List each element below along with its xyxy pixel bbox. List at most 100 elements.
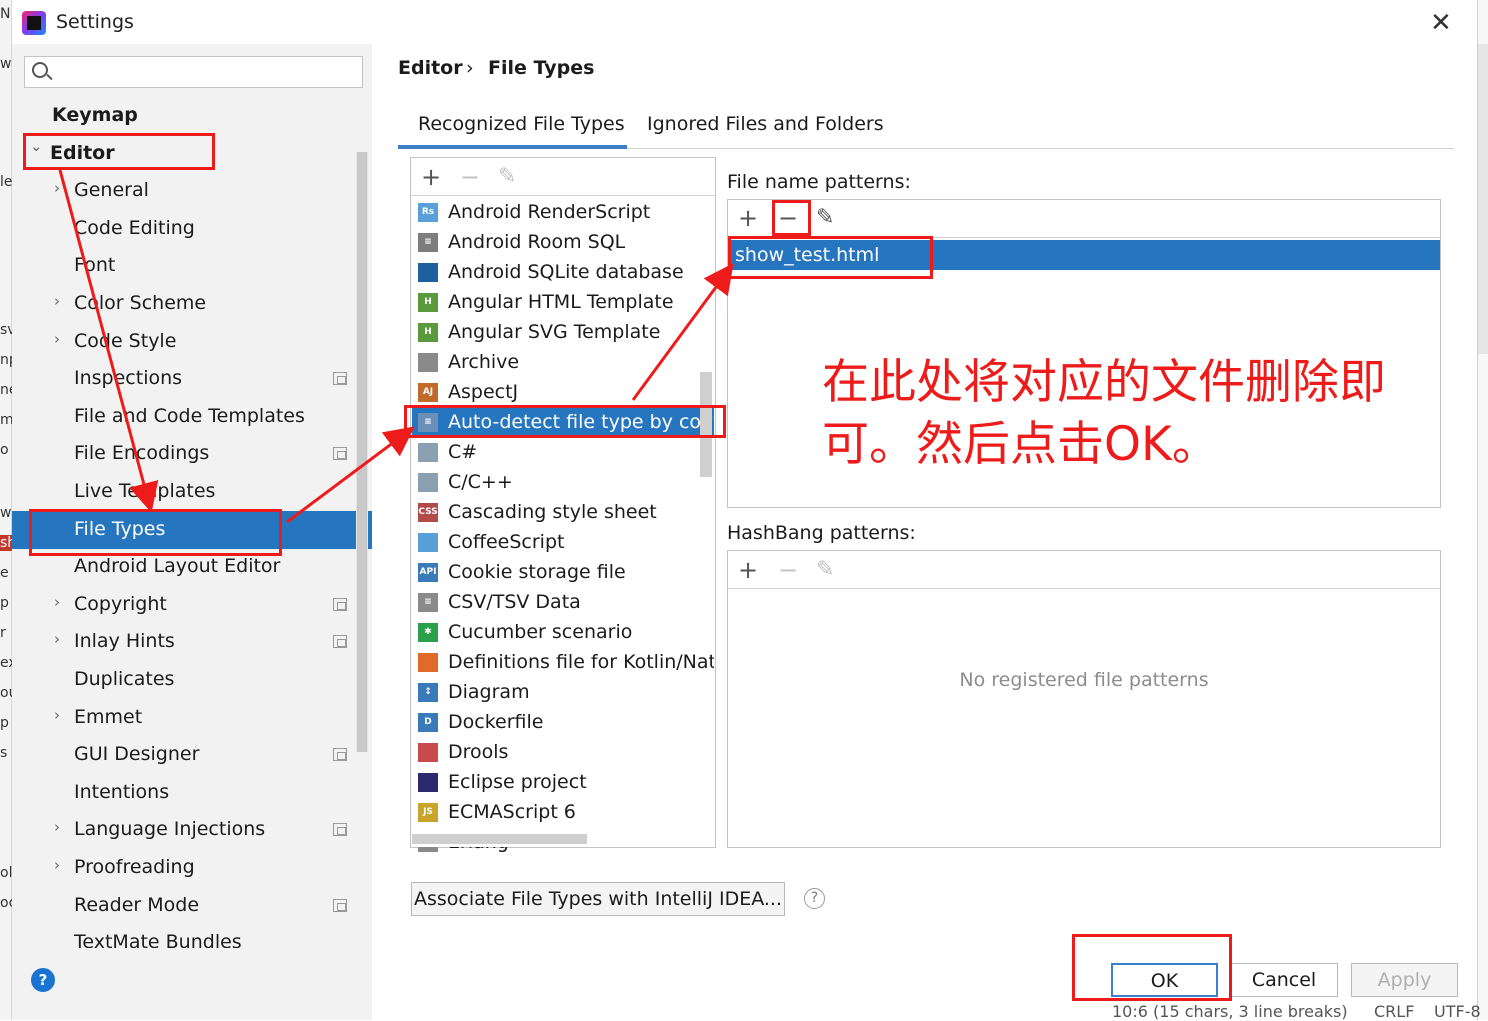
hashbang-toolbar-divider (728, 588, 1440, 589)
chevron-right-icon[interactable]: › (54, 856, 60, 874)
file-type-row[interactable]: Eclipse project (412, 767, 714, 797)
associate-file-types-button[interactable]: Associate File Types with IntelliJ IDEA.… (411, 882, 785, 916)
breadcrumb-separator: › (466, 57, 474, 79)
cancel-button[interactable]: Cancel (1230, 963, 1338, 997)
background-edge-glyph: s (0, 745, 8, 761)
file-types-hscrollbar-thumb[interactable] (412, 834, 587, 844)
add-file-type-button[interactable]: + (421, 165, 441, 189)
file-type-row[interactable]: H Angular SVG Template (412, 317, 714, 347)
chevron-right-icon[interactable]: › (54, 818, 60, 836)
annotation-box-editor (23, 133, 215, 170)
sidebar-item[interactable]: Keymap (52, 97, 138, 133)
sidebar-item[interactable]: Copyright (74, 586, 167, 622)
file-type-label: Angular SVG Template (448, 321, 661, 343)
chevron-right-icon[interactable]: › (54, 593, 60, 611)
coffeescript-icon (418, 533, 438, 552)
file-type-row[interactable]: CSS Cascading style sheet (412, 497, 714, 527)
sidebar-scrollbar-thumb[interactable] (357, 152, 367, 752)
apply-button[interactable]: Apply (1351, 963, 1458, 997)
hashbang-patterns-label: HashBang patterns: (727, 522, 916, 544)
breadcrumb-parent[interactable]: Editor (398, 57, 463, 79)
search-icon (32, 62, 48, 78)
file-type-row[interactable]: Archive (412, 347, 714, 377)
file-type-row[interactable]: JS ECMAScript 6 (412, 797, 714, 827)
project-scope-icon (333, 597, 347, 611)
remove-file-type-button[interactable]: − (460, 165, 480, 189)
sidebar-item[interactable]: Proofreading (74, 849, 195, 885)
sidebar-item[interactable]: Reader Mode (74, 887, 199, 923)
file-type-row[interactable]: H Angular HTML Template (412, 287, 714, 317)
file-type-row[interactable]: D Dockerfile (412, 707, 714, 737)
tab-recognized-file-types[interactable]: Recognized File Types (418, 113, 625, 135)
file-type-row[interactable]: Definitions file for Kotlin/Native C int… (412, 647, 714, 677)
file-type-label: AspectJ (448, 381, 519, 403)
edit-hashbang-button[interactable]: ✎ (816, 558, 834, 582)
help-icon[interactable]: ? (31, 968, 55, 992)
file-type-row[interactable]: ↕ Diagram (412, 677, 714, 707)
edit-pattern-button[interactable]: ✎ (816, 206, 834, 230)
chevron-right-icon[interactable]: › (54, 179, 60, 197)
file-type-row[interactable]: Drools (412, 737, 714, 767)
chevron-right-icon[interactable]: › (54, 292, 60, 310)
eclipse-icon (418, 773, 438, 792)
file-type-label: Drools (448, 741, 509, 763)
annotation-box-file-types (29, 509, 282, 556)
sidebar-item[interactable]: Font (74, 247, 115, 283)
title-bar (12, 0, 1477, 44)
annotation-box-remove (772, 200, 811, 236)
file-type-row[interactable]: CoffeeScript (412, 527, 714, 557)
file-type-label: Archive (448, 351, 520, 373)
file-type-label: CSV/TSV Data (448, 591, 581, 613)
diagram-icon: ↕ (418, 683, 438, 702)
background-edge-glyph: w (0, 56, 12, 72)
project-scope-icon (333, 898, 347, 912)
sidebar-item[interactable]: Emmet (74, 699, 142, 735)
add-pattern-button[interactable]: + (738, 206, 758, 230)
help-question-icon[interactable]: ? (804, 888, 825, 909)
sidebar-item[interactable]: Inspections (74, 360, 182, 396)
sidebar-item[interactable]: File and Code Templates (74, 398, 305, 434)
file-type-label: Diagram (448, 681, 530, 703)
file-type-row[interactable]: C# (412, 437, 714, 467)
background-edge-glyph: le (0, 174, 13, 190)
file-type-row[interactable]: AJ AspectJ (412, 377, 714, 407)
tab-ignored-files-and-folders[interactable]: Ignored Files and Folders (647, 113, 884, 135)
file-type-row[interactable]: Rs Android RenderScript (412, 197, 714, 227)
sidebar-item[interactable]: Code Editing (74, 210, 195, 246)
file-type-row[interactable]: ≡ CSV/TSV Data (412, 587, 714, 617)
sidebar-item[interactable]: GUI Designer (74, 736, 199, 772)
settings-search-input[interactable] (24, 56, 363, 88)
csv-icon: ≡ (418, 593, 438, 612)
file-type-row[interactable]: ≡ Android Room SQL (412, 227, 714, 257)
file-type-row[interactable]: C/C++ (412, 467, 714, 497)
chevron-right-icon[interactable]: › (54, 630, 60, 648)
sidebar-item[interactable]: Intentions (74, 774, 169, 810)
edit-file-type-button[interactable]: ✎ (498, 165, 516, 189)
sidebar-item[interactable]: File Encodings (74, 435, 209, 471)
project-scope-icon (333, 635, 347, 649)
sidebar-item[interactable]: Code Style (74, 323, 176, 359)
chevron-right-icon[interactable]: › (54, 706, 60, 724)
background-line-separator: CRLF (1374, 1002, 1415, 1021)
sidebar-item[interactable]: Language Injections (74, 811, 265, 847)
file-type-row[interactable]: API Cookie storage file (412, 557, 714, 587)
sidebar-item[interactable]: Live Templates (74, 473, 215, 509)
file-type-row[interactable]: Android SQLite database (412, 257, 714, 287)
sql-icon: ≡ (418, 233, 438, 252)
sidebar-item[interactable]: General (74, 172, 149, 208)
angular-svg-icon: H (418, 323, 438, 342)
remove-hashbang-button[interactable]: − (778, 558, 798, 582)
project-scope-icon (333, 748, 347, 762)
chevron-right-icon[interactable]: › (54, 330, 60, 348)
sidebar-item[interactable]: Duplicates (74, 661, 174, 697)
file-name-patterns-label: File name patterns: (727, 171, 911, 193)
file-type-row[interactable]: ✱ Cucumber scenario (412, 617, 714, 647)
close-icon[interactable]: ✕ (1430, 8, 1452, 38)
renderscript-icon: Rs (418, 203, 438, 222)
sidebar-item[interactable]: Inlay Hints (74, 623, 175, 659)
add-hashbang-button[interactable]: + (738, 558, 758, 582)
file-type-label: C# (448, 441, 478, 463)
sidebar-item[interactable]: Color Scheme (74, 285, 206, 321)
file-type-label: Cucumber scenario (448, 621, 633, 643)
sqlite-icon (418, 263, 438, 282)
